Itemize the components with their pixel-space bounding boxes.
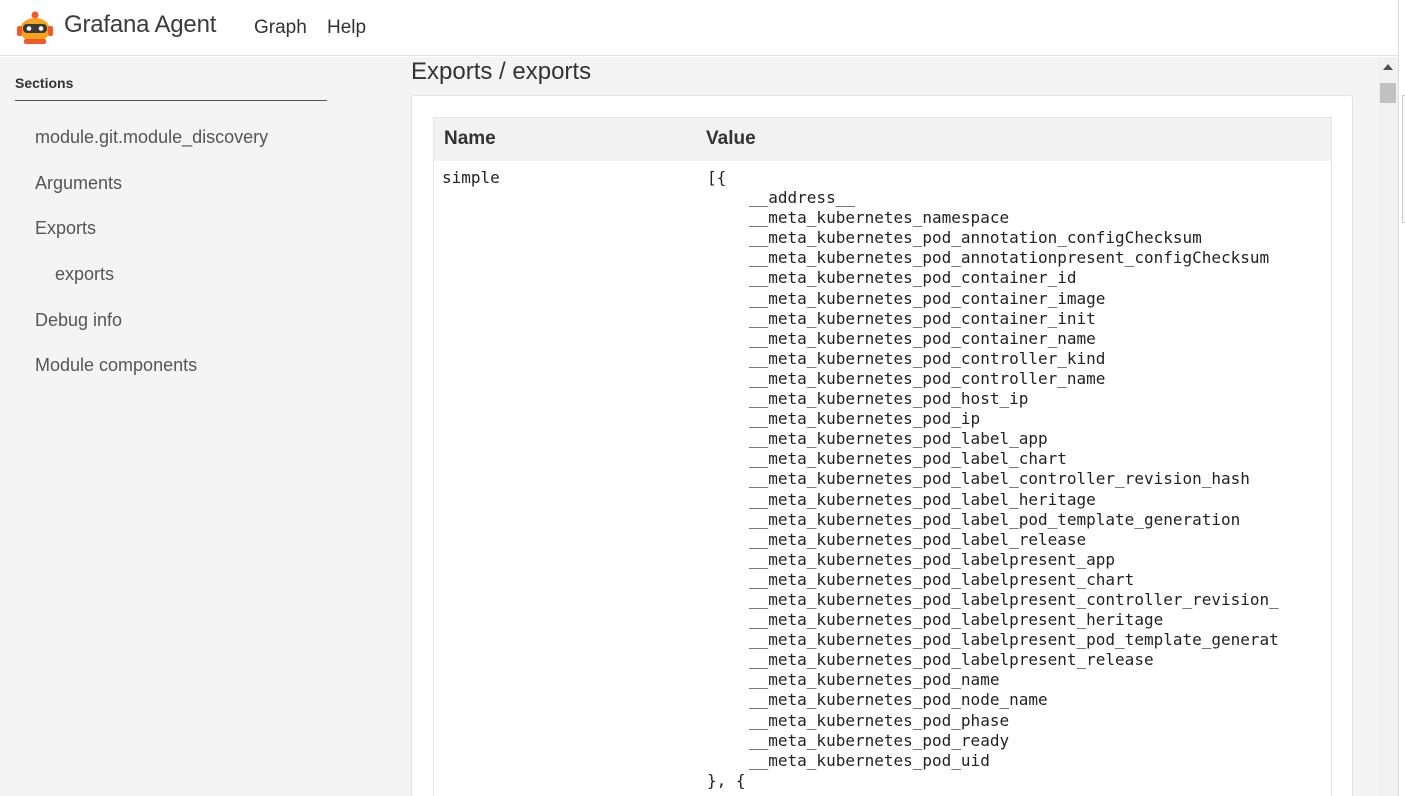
sections-heading: Sections [15, 75, 74, 91]
sidebar-item-arguments[interactable]: Arguments [35, 173, 122, 194]
code-line: __meta_kubernetes_pod_label_app [749, 429, 1048, 449]
code-line: __meta_kubernetes_pod_container_id [749, 268, 1077, 288]
exports-table: Name Value simple [{ __address__ __meta_… [433, 117, 1332, 796]
code-line: __meta_kubernetes_pod_container_init [749, 308, 1096, 328]
code-line: __meta_kubernetes_pod_controller_name [749, 368, 1106, 388]
column-header-value: Value [706, 128, 756, 149]
top-header: Grafana Agent Graph Help [0, 0, 1398, 56]
sections-divider [15, 100, 327, 101]
vertical-scrollbar[interactable] [1378, 57, 1398, 796]
row-value-cell: [{ __address__ __meta_kubernetes_namespa… [707, 168, 1322, 791]
code-line: __meta_kubernetes_pod_container_name [749, 328, 1096, 348]
code-line: __meta_kubernetes_pod_label_release [749, 529, 1087, 549]
code-line: __meta_kubernetes_pod_labelpresent_app [749, 549, 1116, 569]
nav-graph-link[interactable]: Graph [254, 17, 307, 39]
code-line: __meta_kubernetes_pod_container_image [749, 288, 1106, 308]
code-line: [{ [707, 168, 727, 187]
code-line: __meta_kubernetes_pod_controller_kind [749, 348, 1106, 368]
code-line: __address__ [749, 188, 855, 208]
code-line: __meta_kubernetes_namespace [749, 208, 1010, 228]
sidebar-item-debug-info[interactable]: Debug info [35, 310, 122, 331]
code-line: __meta_kubernetes_pod_label_controller_r… [749, 469, 1250, 489]
column-header-name: Name [444, 128, 496, 149]
sidebar-subitem-exports[interactable]: exports [55, 264, 114, 285]
code-line: __meta_kubernetes_pod_labelpresent_herit… [749, 610, 1164, 630]
code-line: __meta_kubernetes_pod_name [749, 670, 1000, 690]
code-line: __meta_kubernetes_pod_label_heritage [749, 489, 1096, 509]
code-line: __meta_kubernetes_pod_annotation_configC… [749, 228, 1202, 248]
exports-card: Name Value simple [{ __address__ __meta_… [411, 95, 1353, 796]
sidebar-item-module[interactable]: module.git.module_discovery [35, 127, 268, 148]
code-line: __meta_kubernetes_pod_phase [749, 710, 1010, 730]
code-line: __meta_kubernetes_pod_ip [749, 409, 981, 429]
brand-title[interactable]: Grafana Agent [64, 11, 216, 39]
window-edge [1398, 0, 1405, 796]
code-line: }, { [707, 770, 746, 790]
code-line: __meta_kubernetes_pod_annotationpresent_… [749, 248, 1270, 268]
main-content: Exports / exports Name Value simple [{ _… [380, 57, 1378, 796]
code-line: __meta_kubernetes_pod_label_chart [749, 449, 1067, 469]
code-line: __meta_kubernetes_pod_uid [749, 750, 990, 770]
code-line: __meta_kubernetes_pod_labelpresent_contr… [749, 589, 1279, 609]
sidebar: Sections module.git.module_discovery Arg… [0, 57, 380, 796]
scroll-thumb[interactable] [1380, 83, 1396, 103]
sidebar-item-module-components[interactable]: Module components [35, 355, 197, 376]
row-name-cell: simple [442, 168, 500, 187]
code-line: __meta_kubernetes_pod_labelpresent_chart [749, 569, 1135, 589]
table-header: Name Value [434, 118, 1331, 161]
code-line: __meta_kubernetes_pod_label_pod_template… [749, 509, 1241, 529]
code-line: __meta_kubernetes_pod_ready [749, 730, 1010, 750]
code-line: __meta_kubernetes_pod_labelpresent_relea… [749, 650, 1154, 670]
code-line: __meta_kubernetes_pod_labelpresent_pod_t… [749, 630, 1279, 650]
grafana-agent-logo-icon[interactable] [14, 6, 56, 46]
page-title: Exports / exports [411, 58, 592, 85]
scroll-up-arrow-icon[interactable] [1383, 64, 1393, 70]
nav-help-link[interactable]: Help [327, 17, 366, 39]
code-line: __meta_kubernetes_pod_host_ip [749, 389, 1029, 409]
sidebar-item-exports[interactable]: Exports [35, 218, 96, 239]
code-line: __meta_kubernetes_pod_node_name [749, 690, 1048, 710]
